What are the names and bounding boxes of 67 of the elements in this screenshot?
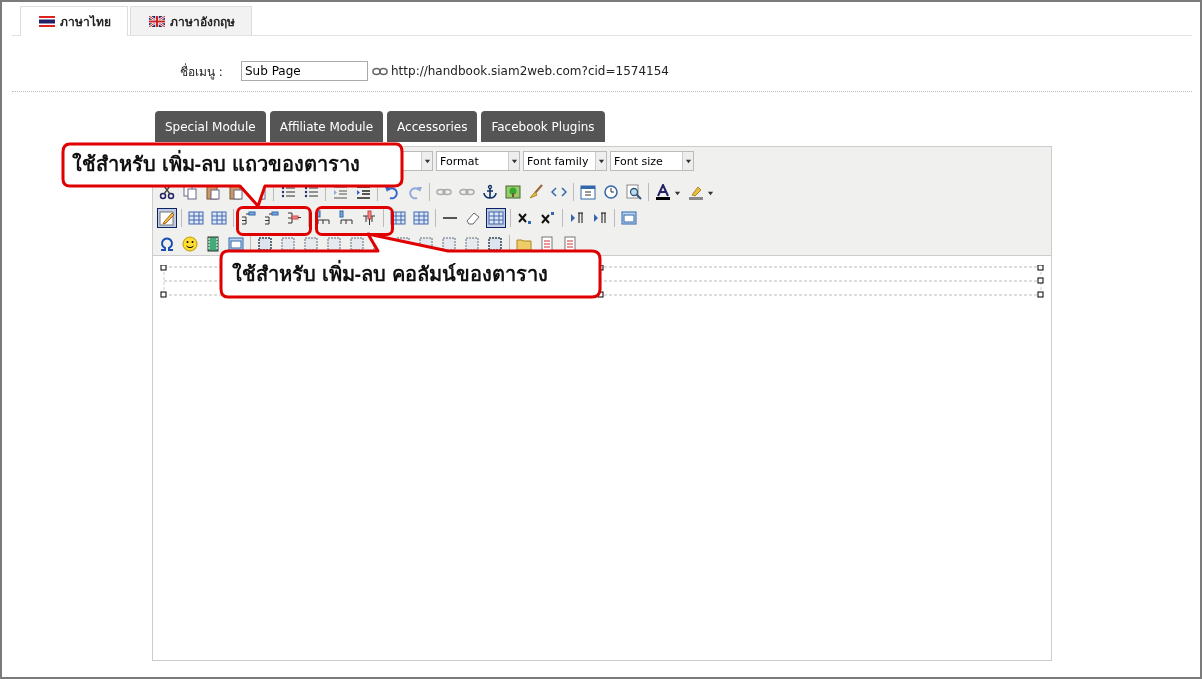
- callout-text: ใช้สำหรับ เพิ่ม-ลบ คอลัมน์ของตาราง: [232, 260, 548, 288]
- highlighter-icon: [688, 184, 704, 200]
- dropdown[interactable]: Font size: [610, 151, 694, 171]
- image-icon: [505, 184, 521, 200]
- text-direction-icon: [569, 210, 585, 226]
- flag-icon: [39, 16, 55, 27]
- caret-icon: [597, 157, 605, 165]
- film-icon: [205, 236, 221, 252]
- callout-text: ใช้สำหรับ เพิ่ม-ลบ แถวของตาราง: [72, 150, 360, 178]
- frame-icon: [303, 236, 319, 252]
- column-insert-icon: [315, 210, 331, 226]
- calendar-icon: [580, 184, 596, 200]
- row-insert-icon: [263, 210, 279, 226]
- column-delete-icon: [361, 210, 377, 226]
- eraser-icon: [465, 210, 481, 226]
- language-tab[interactable]: ภาษาอังกฤษ: [130, 6, 252, 35]
- column-insert-icon: [338, 210, 354, 226]
- toolbar-button[interactable]: [624, 182, 644, 202]
- module-tab[interactable]: Accessories: [387, 111, 478, 142]
- folder-icon: [516, 236, 532, 252]
- frame-icon: [280, 236, 296, 252]
- dropdown[interactable]: Font family: [523, 151, 607, 171]
- frame-icon: [441, 236, 457, 252]
- toolbar-button[interactable]: [180, 234, 200, 254]
- superscript-icon: [540, 210, 556, 226]
- table-icon: [188, 210, 204, 226]
- caret-icon: [423, 157, 431, 165]
- language-tab[interactable]: ภาษาไทย: [20, 6, 128, 36]
- link-icon: [372, 66, 388, 76]
- table-icon: [413, 210, 429, 226]
- frame-icon: [464, 236, 480, 252]
- caret-icon: [684, 157, 692, 165]
- frame-icon: [487, 236, 503, 252]
- frame-icon: [349, 236, 365, 252]
- pencil-icon: [159, 210, 175, 226]
- frame-icon: [257, 236, 273, 252]
- module-tab[interactable]: Facebook Plugins: [481, 111, 605, 142]
- brush-icon: [528, 184, 544, 200]
- frame-icon: [326, 236, 342, 252]
- toolbar-button[interactable]: [486, 208, 506, 228]
- anchor-icon: [482, 184, 498, 200]
- row-delete-icon: [286, 210, 302, 226]
- module-tab[interactable]: Affiliate Module: [269, 111, 384, 142]
- toolbar-button[interactable]: [157, 208, 177, 228]
- magnifier-icon: [626, 184, 642, 200]
- toolbar-button[interactable]: [480, 182, 500, 202]
- text-color-icon: [655, 184, 671, 200]
- table-icon: [488, 210, 504, 226]
- table-icon: [211, 210, 227, 226]
- dropdown[interactable]: Format: [436, 151, 520, 171]
- clock-icon: [603, 184, 619, 200]
- document-icon: [562, 236, 578, 252]
- flag-icon: [149, 15, 165, 27]
- menu-name-field[interactable]: Sub Page: [241, 61, 368, 81]
- document-icon: [539, 236, 555, 252]
- line-icon: [442, 216, 458, 220]
- omega-icon: [159, 236, 175, 252]
- menu-name-label: ชื่อเมนู :: [180, 62, 224, 81]
- window-icon: [621, 210, 637, 226]
- text-direction-icon: [592, 210, 608, 226]
- page-url: http://handbook.siam2web.com?cid=1574154: [391, 64, 669, 78]
- window-icon: [228, 236, 244, 252]
- caret-icon: [510, 157, 518, 165]
- row-insert-icon: [240, 210, 256, 226]
- smiley-icon: [182, 236, 198, 252]
- redo-icon: [407, 184, 423, 200]
- module-tab[interactable]: Special Module: [155, 111, 266, 142]
